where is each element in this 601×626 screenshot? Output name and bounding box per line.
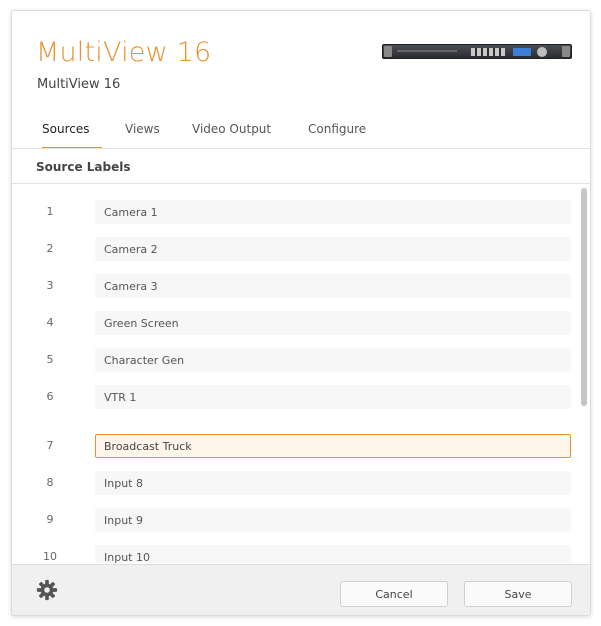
device-label-strip [397, 50, 457, 52]
rack-ear-right [562, 46, 570, 57]
source-number: 1 [46, 205, 54, 218]
source-number: 8 [46, 476, 54, 489]
source-number: 6 [46, 390, 54, 403]
source-number: 10 [43, 550, 57, 563]
tab-bar: Sources Views Video Output Configure [12, 117, 590, 149]
list-item: 5 [12, 348, 572, 374]
source-label-input[interactable] [95, 348, 571, 372]
list-item: 4 [12, 311, 572, 337]
section-title: Source Labels [36, 160, 131, 174]
footer-bar: Cancel Save [12, 564, 590, 615]
tab-configure[interactable]: Configure [308, 117, 366, 149]
source-number: 4 [46, 316, 54, 329]
source-label-input[interactable] [95, 508, 571, 532]
source-label-input[interactable] [95, 200, 571, 224]
source-label-list: 1 2 3 4 5 6 7 8 [12, 185, 590, 563]
tab-sources[interactable]: Sources [42, 117, 102, 149]
device-buttons [471, 48, 505, 56]
source-label-input[interactable] [95, 237, 571, 261]
gear-icon[interactable] [36, 579, 58, 601]
rack-ear-left [384, 46, 392, 57]
multiview-settings-window: MultiView 16 MultiView 16 Sources Views … [11, 10, 591, 616]
source-label-input-focused[interactable] [95, 434, 571, 458]
list-scrollbar[interactable] [581, 188, 587, 406]
source-label-input[interactable] [95, 545, 571, 563]
list-item: 8 [12, 471, 572, 497]
source-label-input[interactable] [95, 471, 571, 495]
section-header: Source Labels [12, 149, 590, 184]
list-item: 3 [12, 274, 572, 300]
list-item: 7 [12, 434, 572, 460]
device-name: MultiView 16 [37, 77, 121, 92]
list-item: 6 [12, 385, 572, 411]
save-button[interactable]: Save [464, 581, 572, 607]
tab-views[interactable]: Views [125, 117, 160, 149]
source-label-input[interactable] [95, 274, 571, 298]
source-number: 5 [46, 353, 54, 366]
device-knob [537, 47, 547, 57]
list-item: 10 [12, 545, 572, 563]
source-number: 2 [46, 242, 54, 255]
page-title: MultiView 16 [36, 37, 212, 68]
source-number: 3 [46, 279, 54, 292]
source-label-input[interactable] [95, 385, 571, 409]
tab-video-output[interactable]: Video Output [192, 117, 271, 149]
list-item: 9 [12, 508, 572, 534]
list-item: 1 [12, 200, 572, 226]
source-number: 7 [46, 439, 54, 452]
device-front-panel-image [382, 44, 572, 59]
list-item: 2 [12, 237, 572, 263]
cancel-button[interactable]: Cancel [340, 581, 448, 607]
source-number: 9 [46, 513, 54, 526]
source-label-input[interactable] [95, 311, 571, 335]
device-lcd [513, 48, 531, 56]
